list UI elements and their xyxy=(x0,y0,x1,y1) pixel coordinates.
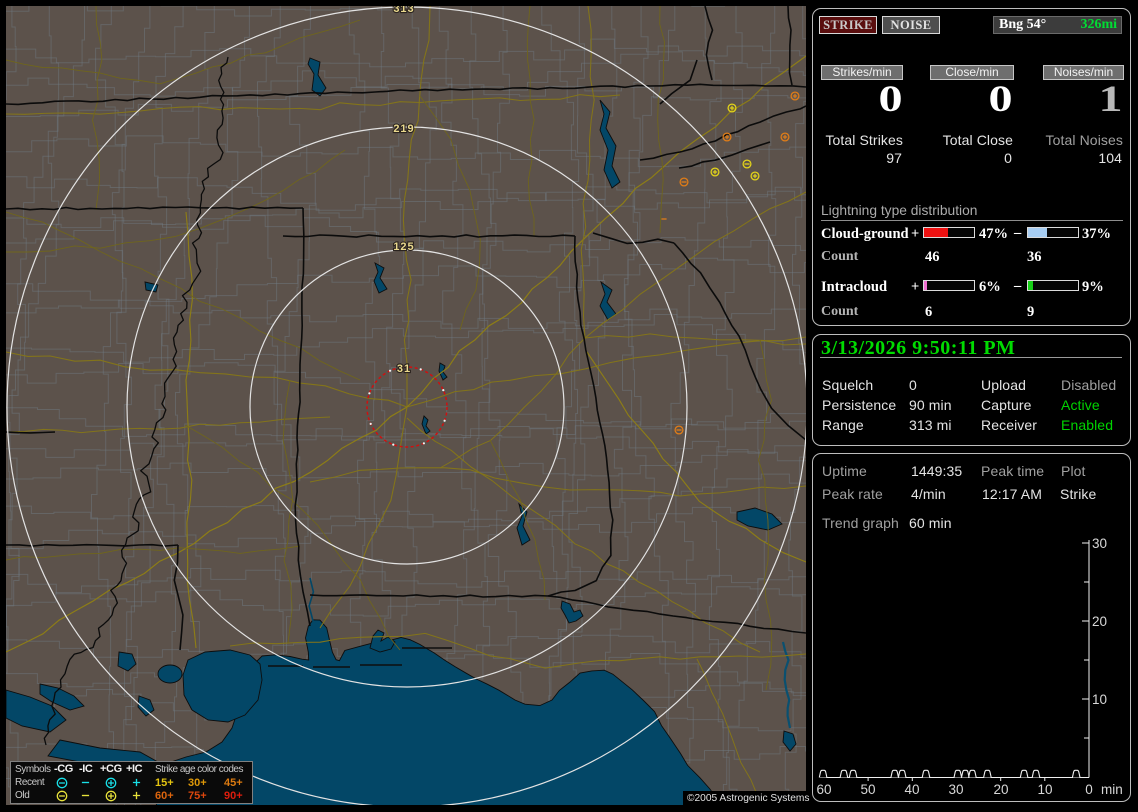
svg-text:219: 219 xyxy=(393,123,414,135)
svg-text:31: 31 xyxy=(397,363,411,375)
svg-text:40: 40 xyxy=(904,782,919,797)
svg-text:125: 125 xyxy=(393,241,414,253)
svg-text:20: 20 xyxy=(993,782,1008,797)
svg-text:20: 20 xyxy=(1092,614,1107,629)
svg-text:60: 60 xyxy=(816,782,831,797)
svg-text:min: min xyxy=(1101,782,1123,797)
svg-text:50: 50 xyxy=(860,782,875,797)
svg-text:10: 10 xyxy=(1092,692,1107,707)
svg-text:30: 30 xyxy=(948,782,963,797)
svg-text:313: 313 xyxy=(393,6,414,15)
svg-text:30: 30 xyxy=(1092,536,1107,551)
svg-text:10: 10 xyxy=(1037,782,1052,797)
svg-text:0: 0 xyxy=(1085,782,1093,797)
